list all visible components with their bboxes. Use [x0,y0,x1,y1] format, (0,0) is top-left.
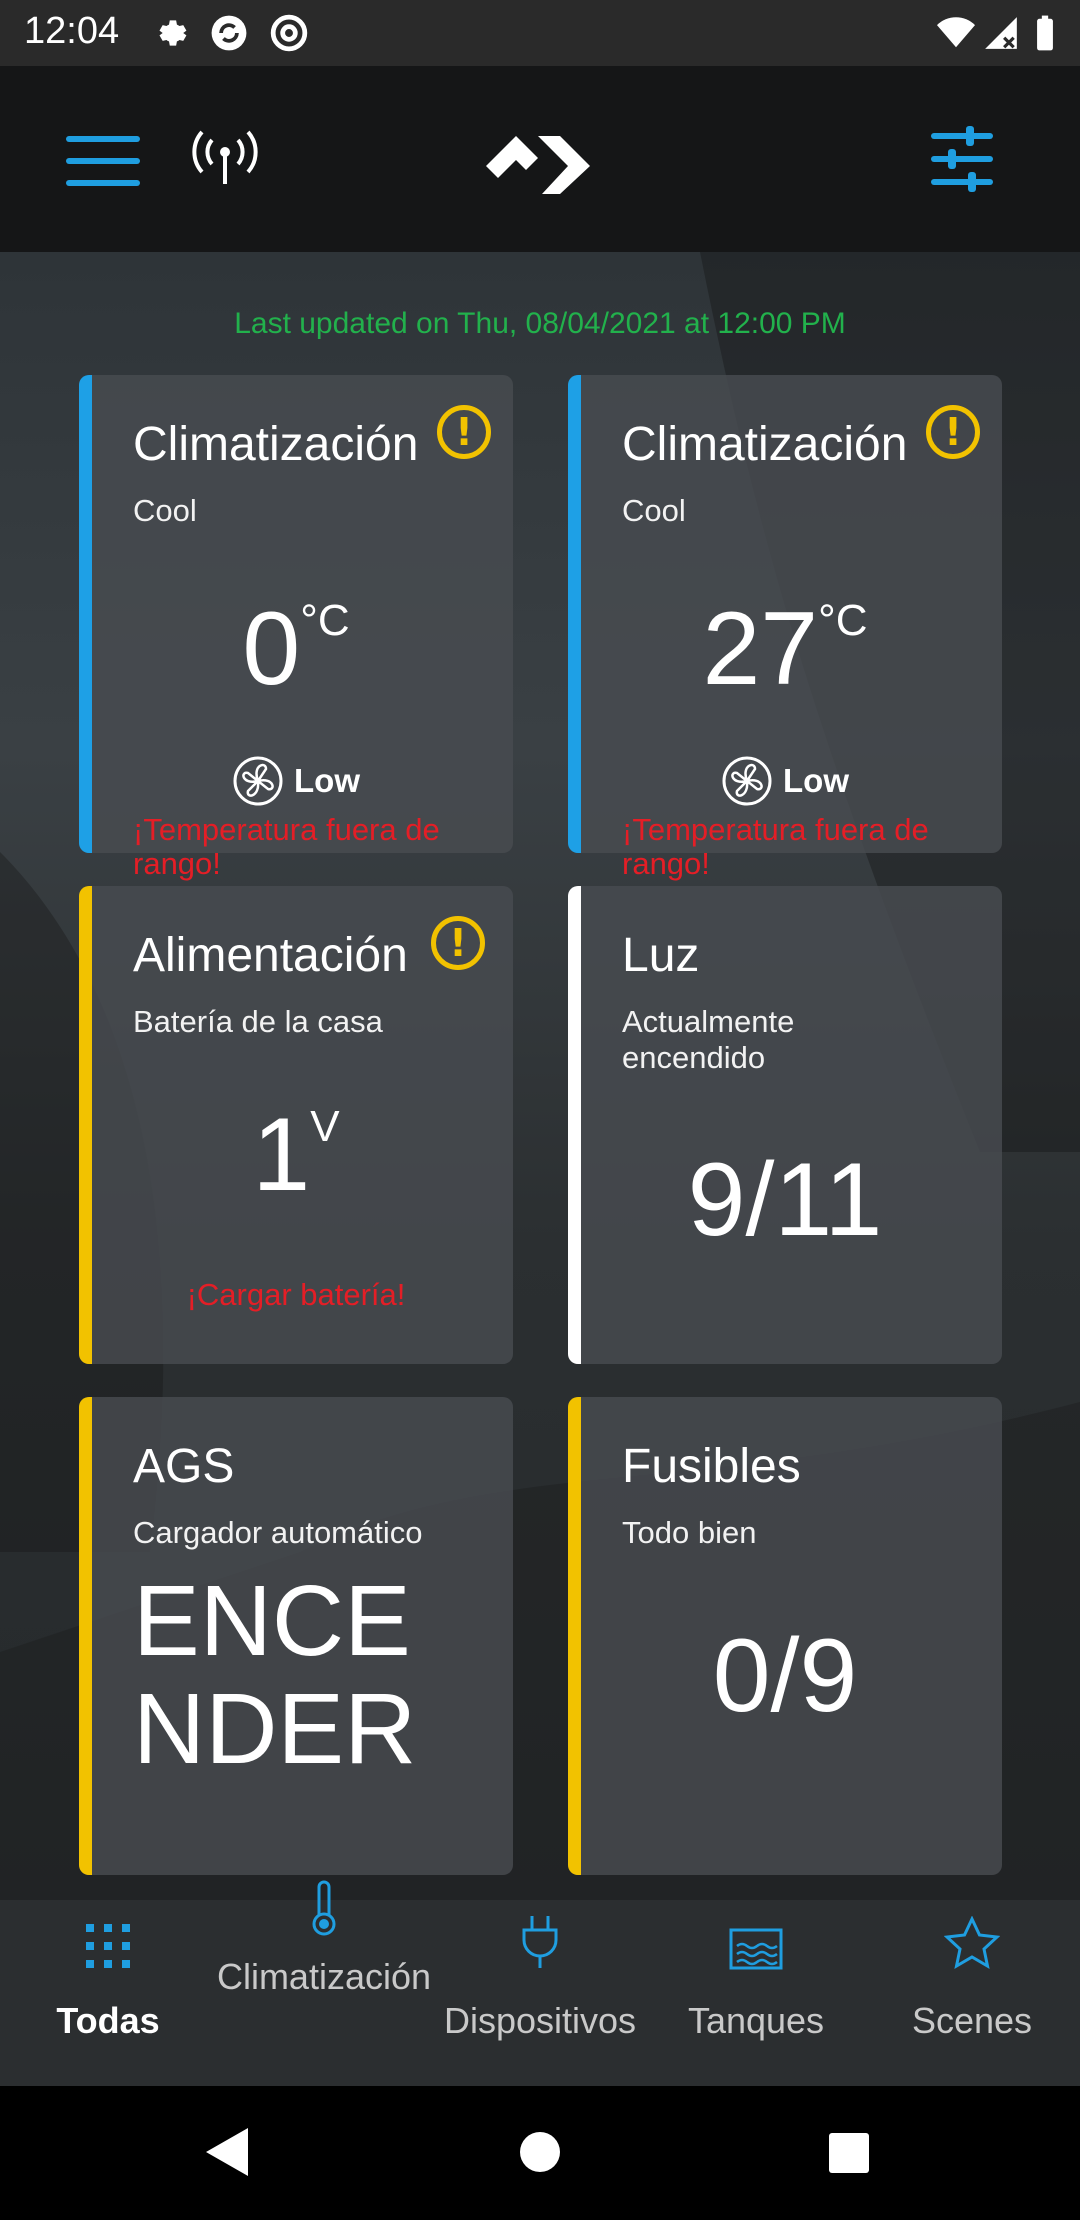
fan-icon [722,756,772,806]
brand-logo [486,136,590,194]
card-subtitle: Cool [133,493,197,528]
card-title: Fusibles [622,1440,801,1493]
card-subtitle: Actualmente encendido [622,1004,795,1075]
card-title: Luz [622,929,700,982]
fan-speed: Low [568,755,1002,807]
status-time: 12:04 [24,10,120,52]
warning-icon: ! [926,405,980,459]
temperature-value: 0°C [79,590,513,709]
tab-label: Scenes [911,2000,1033,2041]
card-subtitle: Cool [622,493,686,528]
dashboard: Last updated on Thu, 08/04/2021 at 12:00… [0,252,1080,1900]
app-header [0,66,1080,252]
hamburger-icon[interactable] [66,136,140,190]
tab-scenes[interactable]: Scenes [864,1900,1080,2086]
tank-icon [729,1928,783,1970]
tab-label: Tanques [687,2000,825,2041]
light-count: 9/11 [687,1142,883,1258]
card-subtitle: Todo bien [622,1515,757,1550]
fan-speed: Low [79,755,513,807]
status-bar: 12:04 [0,0,1080,66]
fan-speed-label: Low [294,762,360,799]
warning-icon: ! [437,405,491,459]
tab-label: Dispositivos [443,2000,637,2041]
tab-todas[interactable]: Todas [0,1900,216,2086]
plug-icon [522,1916,558,1968]
fuses-count: 0/9 [712,1618,858,1734]
card-stripe [79,1397,92,1875]
temperature-alert: ¡Temperatura fuera de rango! [133,812,440,881]
fan-icon [233,756,283,806]
battery-alert: ¡Cargar batería! [186,1277,406,1312]
card-title: AGS [133,1440,235,1493]
wifi-icon [937,17,975,48]
system-nav-bar [0,2086,1080,2220]
value-unit: V [310,1102,340,1151]
light-card[interactable]: Luz Actualmente encendido 9/11 [568,886,1002,1364]
voltage-value: 1V [79,1096,513,1215]
star-icon [944,1916,1000,1969]
fan-speed-label: Low [783,762,849,799]
power-card[interactable]: Alimentación ! Batería de la casa 1V ¡Ca… [79,886,513,1364]
card-subtitle: Cargador automático [133,1515,423,1550]
tab-label: Todas [56,2000,160,2041]
back-icon[interactable] [204,2126,250,2178]
card-title: Climatización [133,418,419,471]
sliders-icon[interactable] [930,124,994,194]
tab-tanques[interactable]: Tanques [648,1900,864,2086]
signal-icon [985,17,1017,49]
recents-icon[interactable] [828,2132,870,2174]
ags-card[interactable]: AGS Cargador automático ENCE NDER [79,1397,513,1875]
home-icon[interactable] [518,2130,562,2174]
climate-card-2[interactable]: Climatización ! Cool 27°C Low ¡Temperatu… [568,375,1002,881]
bottom-nav: Todas Climatización Dispositivos Tanques… [0,1880,1080,2086]
sync-icon [211,15,247,51]
card-title: Alimentación [133,929,408,982]
last-updated: Last updated on Thu, 08/04/2021 at 12:00… [234,307,846,340]
antenna-icon[interactable] [190,128,260,188]
settings-icon [159,20,187,46]
climate-card-1[interactable]: Climatización ! Cool 0°C Low ¡Temperatur… [79,375,513,881]
card-subtitle: Batería de la casa [133,1004,383,1039]
temperature-alert: ¡Temperatura fuera de rango! [622,812,929,881]
grid-icon [86,1924,130,1968]
value-number: 0 [242,591,301,707]
warning-icon: ! [431,916,485,970]
temperature-value: 27°C [568,590,1002,709]
card-stripe [568,886,581,1364]
value-unit: °C [818,596,868,645]
tab-label: Climatización [216,1956,432,1997]
thermometer-icon [312,1880,336,1936]
ags-status: ENCE NDER [133,1565,417,1785]
card-title: Climatización [622,418,908,471]
at-icon [270,14,308,52]
tab-dispositivos[interactable]: Dispositivos [432,1900,648,2086]
tab-climatizacion[interactable]: Climatización [216,1880,432,2086]
value-number: 1 [252,1097,311,1213]
battery-icon [1037,15,1053,51]
fuses-card[interactable]: Fusibles Todo bien 0/9 [568,1397,1002,1875]
value-number: 27 [702,591,819,707]
value-unit: °C [300,596,350,645]
